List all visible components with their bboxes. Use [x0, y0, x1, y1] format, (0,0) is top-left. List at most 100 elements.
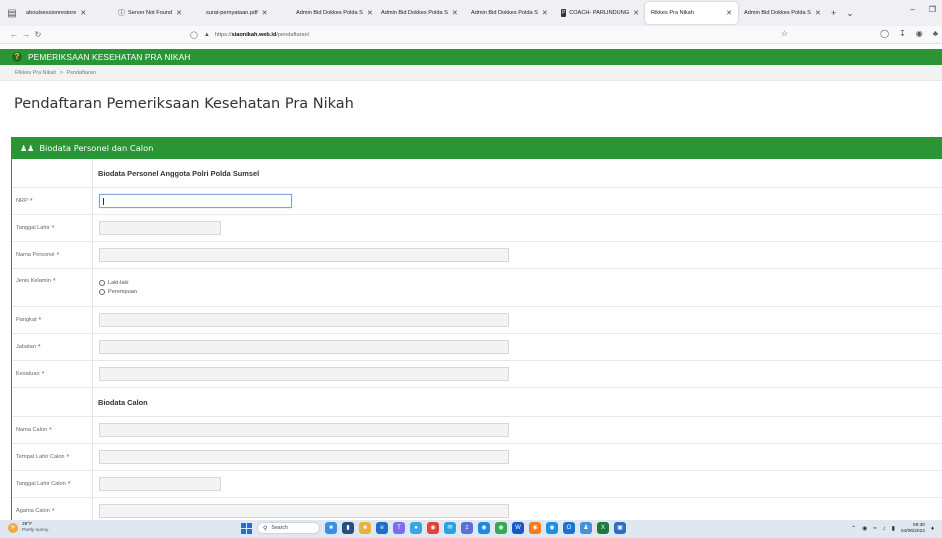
- tanggal-lahir-calon-input[interactable]: [99, 477, 221, 491]
- notification-bell-icon[interactable]: ♦: [931, 526, 934, 532]
- mail-icon[interactable]: ✉: [444, 522, 456, 534]
- close-icon[interactable]: ✕: [262, 9, 268, 17]
- extensions-icon[interactable]: ♣: [933, 29, 938, 38]
- edge-icon[interactable]: e: [376, 522, 388, 534]
- pangkat-input[interactable]: [99, 313, 509, 327]
- required-mark: *: [66, 453, 70, 461]
- kesatuan-input[interactable]: [99, 367, 509, 381]
- radio-label: Perempuan: [108, 289, 137, 295]
- nama-personel-cell: [93, 242, 942, 268]
- close-icon[interactable]: ✕: [80, 9, 86, 17]
- new-tab-icon[interactable]: +: [826, 8, 841, 18]
- browser-tab-9[interactable]: Admin Bid Dokkes Polda S ✕: [738, 2, 826, 24]
- close-icon[interactable]: ✕: [633, 9, 639, 17]
- jabatan-label-text: Jabatan: [16, 344, 36, 350]
- nama-calon-cell: [93, 417, 942, 443]
- browser-tab-label: COACH- PARLINDUNG: [569, 10, 630, 16]
- excel-icon[interactable]: X: [597, 522, 609, 534]
- form-row-tempat-lahir-calon: Tempat Lahir Calon *: [12, 444, 942, 471]
- wifi-icon[interactable]: ≈: [873, 526, 876, 532]
- kesatuan-label: Kesatuan *: [12, 361, 93, 387]
- browser-tab-7[interactable]: P COACH- PARLINDUNG ✕: [555, 2, 645, 24]
- pocket-icon[interactable]: ◯: [880, 29, 889, 38]
- tray-app-icon[interactable]: ◉: [862, 525, 867, 532]
- radio-laki-laki[interactable]: Laki-laki: [99, 280, 137, 286]
- account-icon[interactable]: ◉: [916, 29, 923, 38]
- volume-icon[interactable]: ♪: [883, 526, 886, 532]
- back-icon[interactable]: ←: [8, 30, 20, 39]
- firefox-icon[interactable]: ◉: [529, 522, 541, 534]
- teams-icon[interactable]: T: [393, 522, 405, 534]
- word-icon[interactable]: W: [512, 522, 524, 534]
- section-row-personel: Biodata Personel Anggota Polri Polda Sum…: [12, 159, 942, 188]
- tanggal-lahir-label: Tanggal Lahir *: [12, 215, 93, 241]
- browser-tab-active[interactable]: Rikkes Pra Nikah ✕: [645, 2, 738, 24]
- browser-tab-1[interactable]: aboutsessionrestore ✕: [20, 2, 112, 24]
- app-icon-blue[interactable]: ●: [410, 522, 422, 534]
- tempat-lahir-calon-input[interactable]: [99, 450, 509, 464]
- widgets-icon[interactable]: ■: [325, 522, 337, 534]
- tempat-lahir-calon-label-text: Tempat Lahir Calon: [16, 454, 65, 460]
- download-icon[interactable]: ↧: [899, 29, 906, 38]
- chrome-icon[interactable]: ◉: [427, 522, 439, 534]
- minimize-icon[interactable]: –: [910, 5, 914, 14]
- taskbar-search[interactable]: ⚲ Search: [257, 522, 320, 534]
- outlook-icon[interactable]: O: [563, 522, 575, 534]
- jabatan-input[interactable]: [99, 340, 509, 354]
- form-row-kesatuan: Kesatuan *: [12, 361, 942, 388]
- app-icon-green[interactable]: ◉: [495, 522, 507, 534]
- form-row-jabatan: Jabatan *: [12, 334, 942, 361]
- app-header: ? PEMERIKSAAN KESEHATAN PRA NIKAH: [0, 49, 942, 65]
- nama-calon-input[interactable]: [99, 423, 509, 437]
- nrp-input[interactable]: [99, 194, 292, 208]
- browser-tab-3[interactable]: surat-pernyataan.pdf ✕: [200, 2, 290, 24]
- weather-widget[interactable]: ☀ 29°F Partly sunny: [8, 522, 48, 533]
- close-icon[interactable]: ✕: [726, 9, 732, 17]
- camera-icon[interactable]: ◉: [478, 522, 490, 534]
- radio-circle-icon[interactable]: [99, 280, 105, 286]
- biodata-panel: ♟♟ Biodata Personel dan Calon Biodata Pe…: [11, 137, 942, 538]
- clock[interactable]: 08:30 04/06/2024: [901, 523, 925, 534]
- tempat-lahir-calon-cell: [93, 444, 942, 470]
- bookmark-star-icon[interactable]: ☆: [781, 29, 788, 38]
- battery-icon[interactable]: ▮: [892, 525, 895, 532]
- url-bar[interactable]: ◯ ▲ https:// siaonikah.web.id /pendaftar…: [190, 28, 792, 42]
- browser-tab-label: Rikkes Pra Nikah: [651, 10, 694, 16]
- form-row-nama-calon: Nama Calon *: [12, 417, 942, 444]
- tanggal-lahir-calon-label-text: Tanggal Lahir Calon: [16, 481, 66, 487]
- tab-overview-icon[interactable]: ▤: [4, 5, 20, 21]
- taskbar: ☀ 29°F Partly sunny ⚲ Search ■ ▮ ■ e T ●…: [0, 520, 942, 538]
- nama-personel-input[interactable]: [99, 248, 509, 262]
- required-mark: *: [41, 370, 45, 378]
- chevron-down-icon[interactable]: ⌄: [841, 8, 859, 19]
- close-icon[interactable]: ✕: [367, 9, 373, 17]
- browser-tab-6[interactable]: Admin Bid Dokkes Polda S ✕: [465, 2, 555, 24]
- agama-calon-input[interactable]: [99, 504, 509, 518]
- tempat-lahir-calon-label: Tempat Lahir Calon *: [12, 444, 93, 470]
- close-icon[interactable]: ✕: [452, 9, 458, 17]
- close-icon[interactable]: ✕: [815, 9, 821, 17]
- breadcrumb-item-home[interactable]: Rikkes Pra Nikah: [15, 70, 56, 76]
- browser-tab-4[interactable]: Admin Bid Dokkes Polda S ✕: [290, 2, 375, 24]
- zoom-icon[interactable]: z: [461, 522, 473, 534]
- close-icon[interactable]: ✕: [542, 9, 548, 17]
- browser-tab-5[interactable]: Admin Bid Dokkes Polda S ✕: [375, 2, 465, 24]
- tanggal-lahir-input[interactable]: [99, 221, 221, 235]
- app-icon-people[interactable]: ♟: [580, 522, 592, 534]
- windows-start-icon[interactable]: [241, 522, 252, 534]
- chevron-up-icon[interactable]: ⌃: [851, 525, 856, 532]
- close-icon[interactable]: ✕: [176, 9, 182, 17]
- required-mark: *: [51, 507, 55, 515]
- task-view-icon[interactable]: ▮: [342, 522, 354, 534]
- browser-tab-2[interactable]: ⓘ Server Not Found ✕: [112, 2, 200, 24]
- radio-circle-icon[interactable]: [99, 289, 105, 295]
- radio-perempuan[interactable]: Perempuan: [99, 289, 137, 295]
- file-explorer-icon[interactable]: ■: [359, 522, 371, 534]
- app-icon-image[interactable]: ▣: [614, 522, 626, 534]
- restore-icon[interactable]: ❐: [929, 5, 936, 14]
- url-path: /pendaftaran/: [276, 32, 310, 38]
- forward-icon[interactable]: →: [20, 30, 32, 39]
- reload-icon[interactable]: ↻: [32, 30, 44, 39]
- browser-icon[interactable]: ◉: [546, 522, 558, 534]
- page-title: Pendaftaran Pemeriksaan Kesehatan Pra Ni…: [14, 96, 354, 112]
